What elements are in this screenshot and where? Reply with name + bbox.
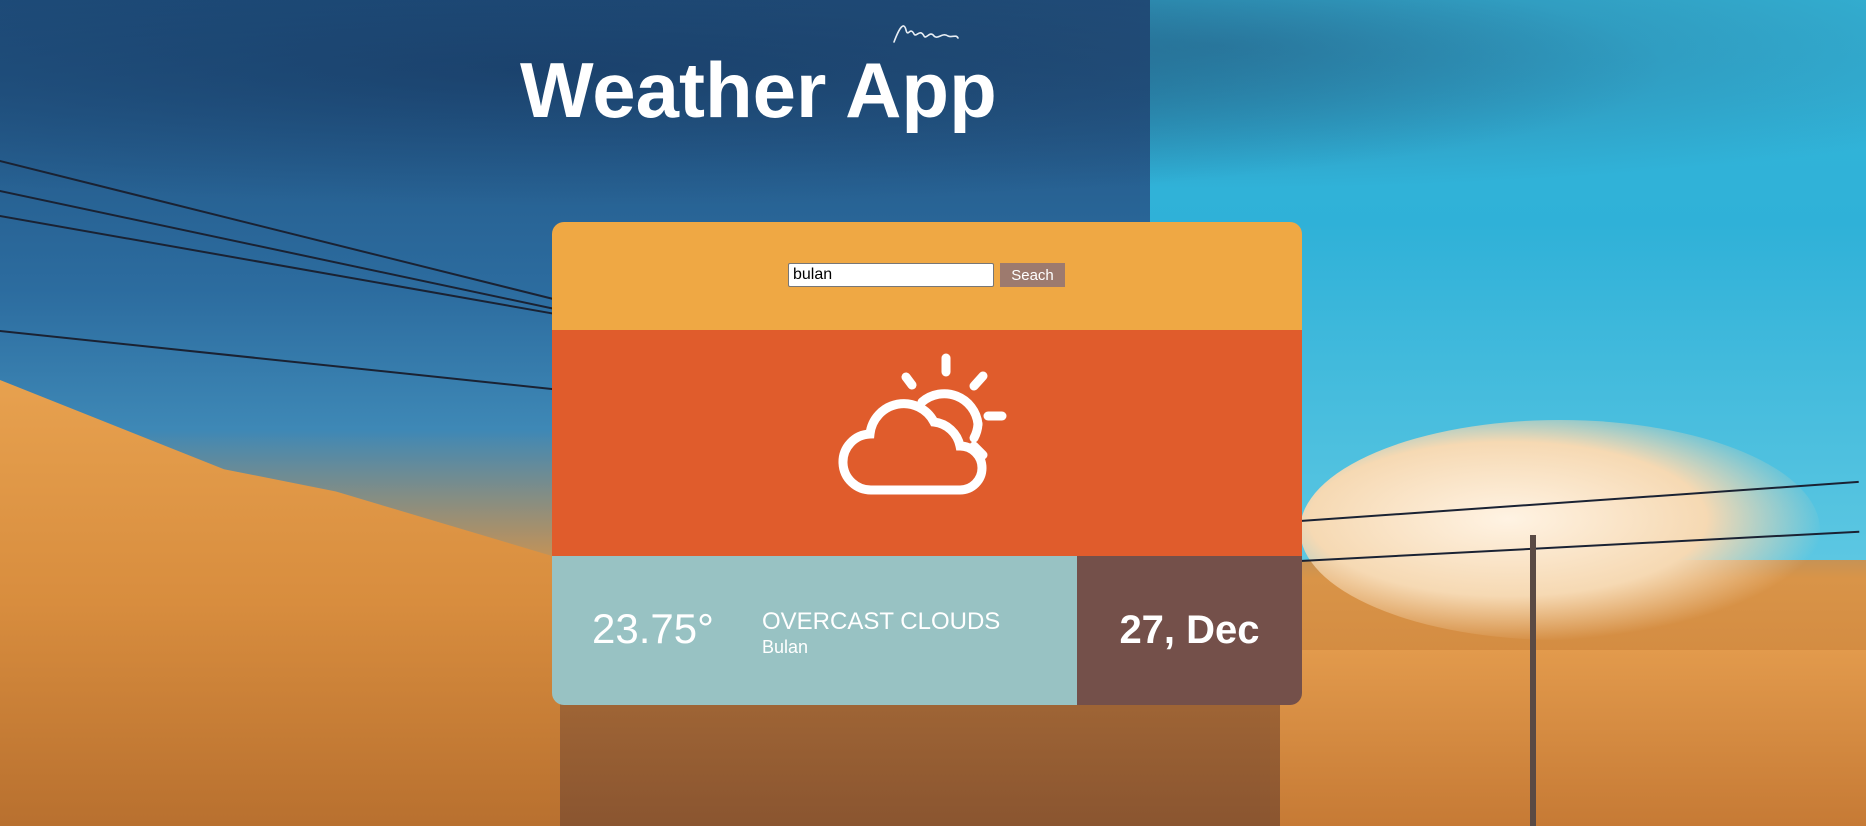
weather-description: OVERCAST CLOUDS bbox=[762, 608, 1001, 635]
date-panel: 27, Dec bbox=[1077, 556, 1302, 705]
search-button[interactable]: Seach bbox=[1000, 263, 1065, 287]
weather-info-panel: 23.75° OVERCAST CLOUDS Bulan bbox=[552, 556, 1077, 705]
background-cumulus-cloud bbox=[1300, 420, 1820, 640]
background-power-line bbox=[0, 330, 597, 395]
partly-cloudy-icon bbox=[838, 353, 1007, 495]
weather-icon-panel bbox=[552, 330, 1302, 556]
app-title: Weather App bbox=[520, 46, 997, 134]
background-houses-left bbox=[0, 380, 560, 826]
background-houses-right bbox=[1280, 650, 1866, 826]
search-input[interactable] bbox=[788, 263, 994, 287]
background-power-line bbox=[0, 215, 591, 322]
background-utility-pole bbox=[1530, 535, 1536, 826]
weather-card: Seach 23.75° bbox=[552, 222, 1302, 705]
page: Weather App Seach bbox=[0, 0, 1866, 826]
location-name: Bulan bbox=[762, 637, 809, 657]
search-bar: Seach bbox=[552, 222, 1302, 330]
temperature: 23.75° bbox=[592, 605, 714, 652]
date-text: 27, Dec bbox=[1119, 608, 1260, 652]
